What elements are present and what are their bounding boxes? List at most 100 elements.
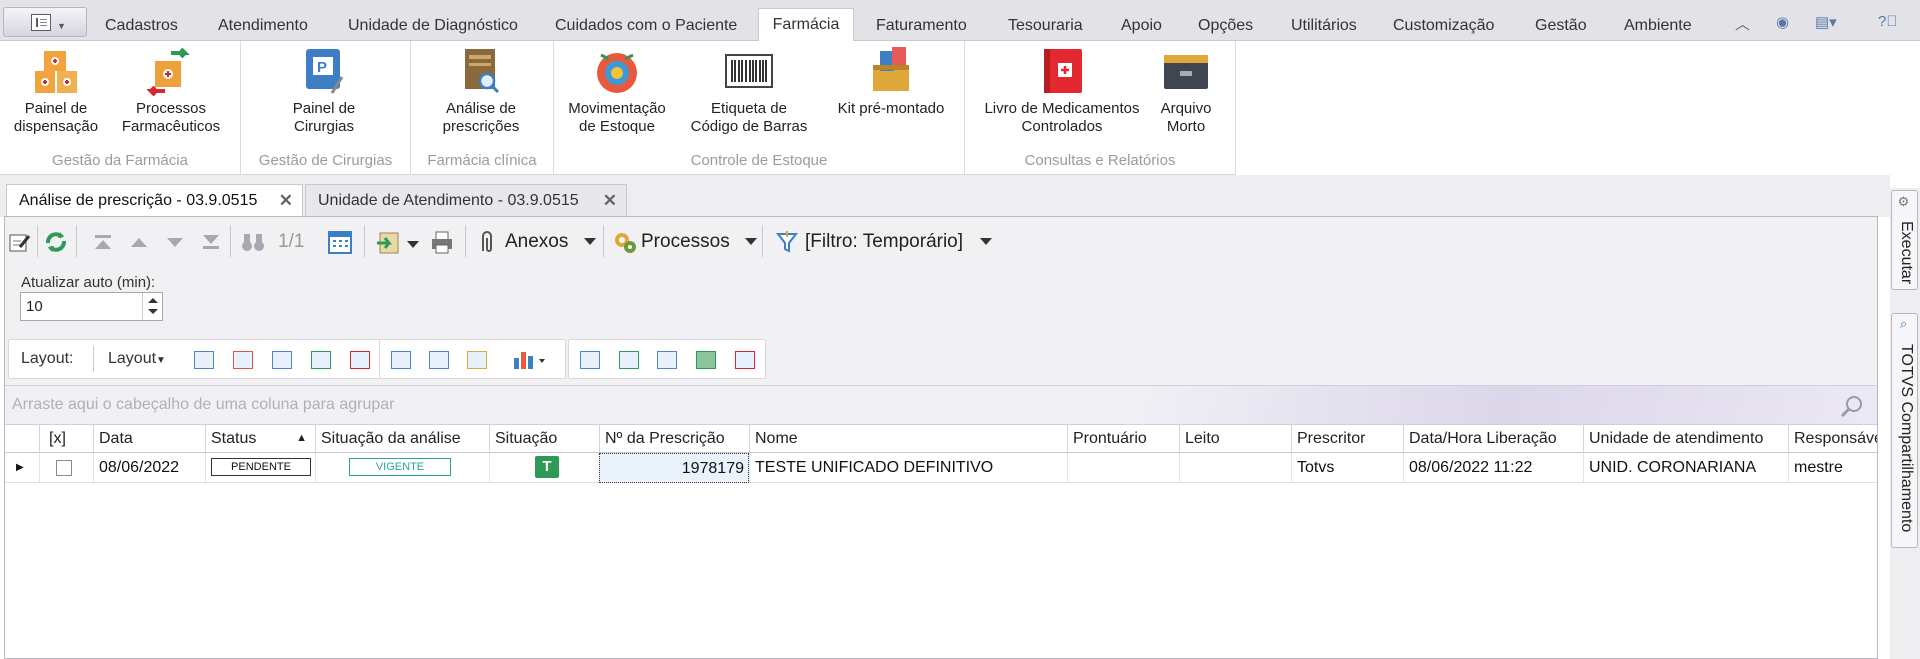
livro-medicamentos-button[interactable]: Livro de Medicamentos Controlados xyxy=(977,45,1147,136)
tab-cuidados-paciente[interactable]: Cuidados com o Paciente xyxy=(555,12,737,41)
layout-dropdown[interactable]: Layout▼ xyxy=(108,350,166,368)
processos-button[interactable]: Processos xyxy=(641,231,757,253)
paperclip-icon[interactable] xyxy=(475,229,499,255)
tab-utilitarios[interactable]: Utilitários xyxy=(1291,12,1357,41)
tab-customizacao[interactable]: Customização xyxy=(1393,12,1494,41)
tab-apoio[interactable]: Apoio xyxy=(1121,12,1162,41)
chevron-up-icon[interactable]: ︿ xyxy=(1735,13,1750,34)
refresh-icon[interactable] xyxy=(43,229,69,255)
application-menu-button[interactable]: ▼ xyxy=(3,7,87,37)
painel-dispensacao-button[interactable]: Painel de dispensação xyxy=(10,45,102,136)
font-icon[interactable] xyxy=(735,351,755,369)
column-header-nome[interactable]: Nome xyxy=(749,425,1067,453)
view-green-icon[interactable] xyxy=(696,351,716,369)
analise-prescricoes-button[interactable]: Análise de prescrições xyxy=(436,45,526,136)
gears-icon[interactable] xyxy=(612,229,638,255)
close-icon[interactable]: ✕ xyxy=(279,185,293,216)
calendar-grid-icon[interactable] xyxy=(327,229,353,255)
chart-bars-icon[interactable] xyxy=(513,350,549,370)
tab-unidade-atendimento[interactable]: Unidade de Atendimento - 03.9.0515 ✕ xyxy=(305,184,627,217)
edit-icon[interactable] xyxy=(8,229,32,255)
column-header-responsavel[interactable]: Responsável xyxy=(1788,425,1877,453)
row-indicator-header xyxy=(5,425,39,453)
etiqueta-codigo-barras-button[interactable]: Etiqueta de Código de Barras xyxy=(684,45,814,136)
totvs-compartilhamento-tab[interactable]: ⌕ TOTVS Compartilhamento xyxy=(1891,313,1918,548)
first-record-icon[interactable] xyxy=(93,229,113,255)
binoculars-icon[interactable] xyxy=(240,229,266,255)
tab-cadastros[interactable]: Cadastros xyxy=(105,12,178,41)
column-header-status[interactable]: Status ▲ xyxy=(205,425,315,453)
layout-columns-icon[interactable] xyxy=(272,351,292,369)
column-header-situacao-analise[interactable]: Situação da análise xyxy=(315,425,489,453)
layout-icon[interactable]: ▤▾ xyxy=(1815,13,1837,31)
tab-analise-prescricao[interactable]: Análise de prescrição - 03.9.0515 ✕ xyxy=(6,184,303,217)
previous-record-icon[interactable] xyxy=(129,229,149,255)
group-caption: Consultas e Relatórios xyxy=(1024,152,1176,169)
tab-faturamento[interactable]: Faturamento xyxy=(876,12,967,41)
column-header-prontuario[interactable]: Prontuário xyxy=(1067,425,1179,453)
anexos-label: Anexos xyxy=(505,231,569,252)
row-checkbox[interactable] xyxy=(56,460,72,476)
view-list-icon[interactable] xyxy=(619,351,639,369)
export-dropdown-caret-icon[interactable] xyxy=(407,241,419,248)
tab-unidade-diagnostico[interactable]: Unidade de Diagnóstico xyxy=(348,12,518,41)
search-icon: ⌕ xyxy=(1897,318,1912,331)
group-by-placeholder: Arraste aqui o cabeçalho de uma coluna p… xyxy=(12,396,395,413)
column-header-unidade[interactable]: Unidade de atendimento xyxy=(1583,425,1788,453)
arquivo-morto-button[interactable]: Arquivo Morto xyxy=(1151,45,1221,136)
anexos-button[interactable]: Anexos xyxy=(505,231,596,253)
auto-refresh-spinner[interactable]: 10 xyxy=(20,292,163,321)
highlight-icon[interactable] xyxy=(467,351,487,369)
group-caption: Controle de Estoque xyxy=(690,152,828,169)
group-by-area[interactable]: Arraste aqui o cabeçalho de uma coluna p… xyxy=(5,385,1877,425)
tab-atendimento[interactable]: Atendimento xyxy=(218,12,308,41)
filter-dropdown[interactable]: [Filtro: Temporário] xyxy=(805,231,993,253)
table-row[interactable]: ▶ 08/06/2022 PENDENTE VIGENTE T 1978179 … xyxy=(5,453,1877,483)
cell-prescricao[interactable]: 1978179 xyxy=(599,453,749,483)
globe-icon[interactable]: ◉ xyxy=(1776,13,1789,31)
tab-gestao[interactable]: Gestão xyxy=(1535,12,1587,41)
executar-panel-tab[interactable]: ⚙ Executar xyxy=(1891,190,1918,290)
group-panel-icon[interactable] xyxy=(391,351,411,369)
processos-farmaceuticos-button[interactable]: Processos Farmacêuticos xyxy=(117,45,225,136)
tab-ambiente[interactable]: Ambiente xyxy=(1624,12,1692,41)
stock-movement-icon xyxy=(593,45,641,97)
close-icon[interactable]: ✕ xyxy=(603,185,617,216)
column-header-liberacao[interactable]: Data/Hora Liberação xyxy=(1403,425,1583,453)
next-record-icon[interactable] xyxy=(165,229,185,255)
layout-export-icon[interactable] xyxy=(350,351,370,369)
column-header-check[interactable]: [x] xyxy=(39,425,75,453)
row-checkbox-cell[interactable] xyxy=(39,453,75,483)
tab-farmacia[interactable]: Farmácia xyxy=(758,8,854,42)
spin-updown-icon[interactable] xyxy=(142,293,162,320)
document-icon xyxy=(31,14,51,31)
view-grid-icon[interactable] xyxy=(580,351,600,369)
cell-unidade: UNID. CORONARIANA xyxy=(1583,453,1788,483)
filter-icon[interactable] xyxy=(775,229,799,255)
layout-new-icon[interactable] xyxy=(194,351,214,369)
kit-pre-montado-button[interactable]: Kit pré-montado xyxy=(830,45,952,118)
livro-medicamentos-label: Livro de Medicamentos Controlados xyxy=(984,100,1140,135)
sum-icon[interactable] xyxy=(429,351,449,369)
kit-icon xyxy=(867,45,915,97)
painel-cirurgias-button[interactable]: P Painel de Cirurgias xyxy=(279,45,369,136)
caret-down-icon: ▼ xyxy=(57,21,66,31)
movimentacao-estoque-button[interactable]: Movimentação de Estoque xyxy=(564,45,670,136)
search-icon[interactable] xyxy=(1839,394,1865,420)
tab-label: Análise de prescrição - 03.9.0515 xyxy=(19,192,258,209)
column-header-data[interactable]: Data xyxy=(93,425,205,453)
column-header-leito[interactable]: Leito xyxy=(1179,425,1291,453)
column-header-situacao[interactable]: Situação xyxy=(489,425,599,453)
ribbon-group-farmacia-clinica: Análise de prescrições Farmácia clínica xyxy=(411,41,554,175)
layout-delete-icon[interactable] xyxy=(233,351,253,369)
help-icon[interactable]: ?⃝ xyxy=(1878,13,1898,30)
printer-icon[interactable] xyxy=(429,229,455,255)
column-header-prescritor[interactable]: Prescritor xyxy=(1291,425,1403,453)
column-header-prescricao[interactable]: Nº da Prescrição xyxy=(599,425,749,453)
layout-import-icon[interactable] xyxy=(311,351,331,369)
last-record-icon[interactable] xyxy=(201,229,221,255)
tab-tesouraria[interactable]: Tesouraria xyxy=(1008,12,1083,41)
export-icon[interactable] xyxy=(375,229,401,255)
view-card-icon[interactable] xyxy=(657,351,677,369)
tab-opcoes[interactable]: Opções xyxy=(1198,12,1253,41)
